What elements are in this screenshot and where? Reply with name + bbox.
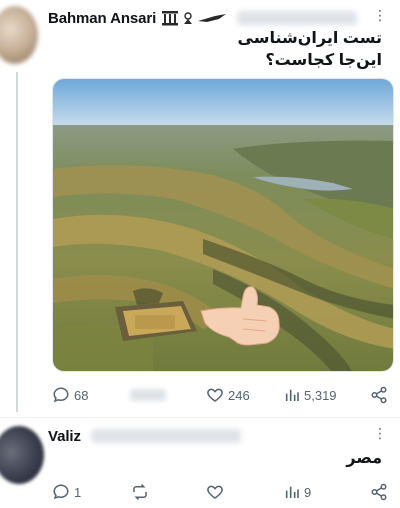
retweet-button[interactable] xyxy=(130,483,150,501)
tweet-text: تست ایران‌شناسی این‌جا کجاست؟ xyxy=(238,28,382,72)
reply-button[interactable]: 68 xyxy=(52,386,88,404)
tweet-2[interactable]: Valiz ⋮ مصر 1 9 xyxy=(0,418,400,508)
avatar[interactable] xyxy=(0,6,38,64)
handle-redacted xyxy=(90,429,241,443)
more-icon[interactable]: ⋮ xyxy=(373,8,387,22)
reply-count: 1 xyxy=(74,484,82,500)
reply-icon xyxy=(53,387,69,403)
wing-icon xyxy=(198,14,227,22)
like-icon xyxy=(207,485,223,499)
like-count: 246 xyxy=(228,387,250,403)
views-button[interactable]: 9 xyxy=(284,484,311,500)
tweet-actions: 68 246 5,319 xyxy=(52,385,388,405)
avatar[interactable] xyxy=(0,426,44,484)
view-count: 9 xyxy=(304,484,312,500)
share-button[interactable] xyxy=(370,386,388,404)
aerial-landscape-photo xyxy=(53,79,393,371)
tweet-1[interactable]: Bahman Ansari ⋮ تست ایران‌شناسی این‌جا ک… xyxy=(0,0,400,418)
share-icon xyxy=(371,483,387,501)
reply-icon xyxy=(53,484,69,500)
bird-icon xyxy=(184,12,193,24)
retweet-icon xyxy=(133,483,147,501)
tweet-photo[interactable] xyxy=(52,78,394,372)
tweet-actions: 1 9 xyxy=(52,482,388,502)
views-button[interactable]: 5,319 xyxy=(284,387,337,403)
handle-redacted xyxy=(237,11,358,25)
views-icon xyxy=(285,389,299,401)
like-icon xyxy=(207,388,223,402)
tweet-header: Valiz ⋮ xyxy=(48,426,388,446)
share-icon xyxy=(371,386,387,404)
name-emoji xyxy=(161,10,227,26)
tweet-header: Bahman Ansari ⋮ xyxy=(48,8,388,28)
view-count: 5,319 xyxy=(304,387,337,403)
tweet-text-line-1: تست ایران‌شناسی xyxy=(237,30,382,47)
author-name[interactable]: Valiz xyxy=(48,428,81,445)
tweet-text: مصر xyxy=(346,450,382,467)
tweet-text-line-2: این‌جا کجاست؟ xyxy=(265,52,382,69)
views-icon xyxy=(285,486,299,498)
more-icon[interactable]: ⋮ xyxy=(373,426,387,440)
like-button[interactable]: 246 xyxy=(206,386,250,404)
reply-count: 68 xyxy=(74,387,89,403)
reply-button[interactable]: 1 xyxy=(52,483,81,501)
retweet-count-redacted xyxy=(130,389,166,401)
pillar-icon xyxy=(162,11,179,26)
author-name[interactable]: Bahman Ansari xyxy=(48,10,156,27)
share-button[interactable] xyxy=(370,483,388,501)
retweet-button[interactable] xyxy=(130,389,166,401)
like-button[interactable] xyxy=(206,483,224,501)
